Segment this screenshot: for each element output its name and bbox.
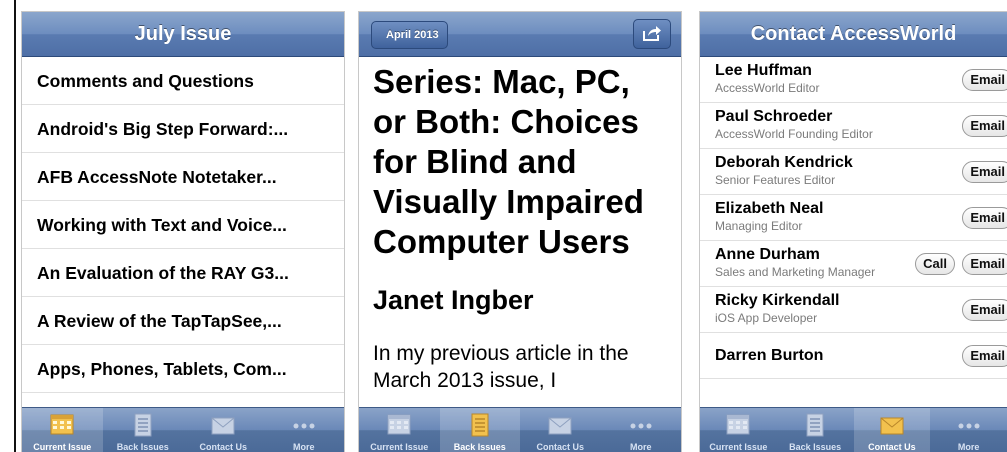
navigation-bar: April 2013: [359, 12, 681, 57]
navigation-bar: July Issue: [22, 12, 344, 57]
list-item[interactable]: Android's Big Step Forward:...: [22, 105, 344, 153]
tab-bar: Current Issue Back Issues Contact Us Mor…: [700, 407, 1007, 452]
tab-contact-us[interactable]: Contact Us: [520, 408, 601, 452]
list-item[interactable]: Comments and Questions: [22, 57, 344, 105]
contact-name: Deborah Kendrick: [715, 154, 853, 171]
navigation-bar: Contact AccessWorld: [700, 12, 1007, 57]
document-stack-icon: [134, 413, 152, 437]
contact-role: Sales and Marketing Manager: [715, 265, 876, 279]
tab-more[interactable]: More: [930, 408, 1007, 452]
more-dots-icon: [293, 423, 315, 429]
contact-role: Managing Editor: [715, 219, 803, 233]
article-title: Series: Mac, PC, or Both: Choices for Bl…: [373, 63, 644, 260]
contact-role: Senior Features Editor: [715, 173, 836, 187]
contact-row: Ricky Kirkendall iOS App Developer Email: [700, 287, 1007, 333]
email-button[interactable]: Email: [962, 253, 1007, 275]
article-author: Janet Ingber: [373, 285, 534, 315]
list-item-title: Apps, Phones, Tablets, Com...: [37, 359, 287, 379]
tab-label: Back Issues: [116, 442, 169, 452]
tab-more[interactable]: More: [264, 408, 345, 452]
screen-contact: Contact AccessWorld Lee Huffman AccessWo…: [700, 12, 1007, 452]
email-button[interactable]: Email: [962, 69, 1007, 91]
contact-role: AccessWorld Founding Editor: [715, 127, 873, 141]
tab-label: Contact Us: [199, 442, 247, 452]
tab-label: Current Issue: [370, 442, 429, 452]
share-button[interactable]: [633, 19, 671, 49]
tab-contact-us[interactable]: Contact Us: [853, 408, 931, 452]
list-item[interactable]: An Evaluation of the RAY G3...: [22, 249, 344, 297]
more-dots-icon: [958, 423, 980, 429]
document-stack-icon: [806, 413, 824, 437]
tab-current-issue[interactable]: Current Issue: [700, 408, 777, 452]
contact-name: Ricky Kirkendall: [715, 292, 840, 309]
tab-label: More: [292, 442, 315, 452]
tab-label: More: [957, 442, 980, 452]
list-item-title: Android's Big Step Forward:...: [37, 119, 289, 139]
back-button[interactable]: April 2013: [371, 21, 448, 49]
tab-current-issue[interactable]: Current Issue: [22, 408, 103, 452]
email-button[interactable]: Email: [962, 299, 1007, 321]
calendar-grid-icon: [387, 414, 411, 435]
contact-role: AccessWorld Editor: [715, 81, 820, 95]
envelope-icon: [880, 417, 904, 435]
share-icon: [643, 26, 661, 41]
call-button[interactable]: Call: [915, 253, 955, 275]
tab-back-issues[interactable]: Back Issues: [439, 408, 520, 452]
tab-label: Back Issues: [453, 442, 506, 452]
tab-label: Current Issue: [709, 442, 768, 452]
contact-name: Anne Durham: [715, 246, 820, 263]
article-content: Series: Mac, PC, or Both: Choices for Bl…: [373, 62, 671, 394]
page-divider-line: [14, 0, 16, 452]
tab-back-issues[interactable]: Back Issues: [777, 408, 854, 452]
contact-row: Darren Burton Email: [700, 333, 1007, 379]
list-item-title: Comments and Questions: [37, 71, 254, 91]
contact-row: Paul Schroeder AccessWorld Founding Edit…: [700, 103, 1007, 149]
contact-list: Lee Huffman AccessWorld Editor Email Pau…: [700, 57, 1007, 379]
tab-label: Back Issues: [789, 442, 842, 452]
contact-role: iOS App Developer: [715, 311, 818, 325]
contact-name: Elizabeth Neal: [715, 200, 824, 217]
contact-row: Elizabeth Neal Managing Editor Email: [700, 195, 1007, 241]
tab-bar: Current Issue Back Issues Contact Us Mor…: [359, 407, 681, 452]
tab-back-issues[interactable]: Back Issues: [103, 408, 184, 452]
list-item-title: A Review of the TapTapSee,...: [37, 311, 282, 331]
calendar-grid-icon: [726, 414, 750, 435]
contact-name: Paul Schroeder: [715, 108, 833, 125]
nav-title: July Issue: [134, 23, 232, 45]
list-item[interactable]: Working with Text and Voice...: [22, 201, 344, 249]
envelope-icon: [548, 417, 572, 435]
email-button[interactable]: Email: [962, 207, 1007, 229]
contact-row: Lee Huffman AccessWorld Editor Email: [700, 57, 1007, 103]
envelope-icon: [211, 417, 235, 435]
article-body: In my previous article in the March 2013…: [373, 342, 629, 392]
tab-more[interactable]: More: [601, 408, 682, 452]
contact-row: Deborah Kendrick Senior Features Editor …: [700, 149, 1007, 195]
article-list: Comments and Questions Android's Big Ste…: [22, 57, 344, 393]
list-item[interactable]: AFB AccessNote Notetaker...: [22, 153, 344, 201]
email-button[interactable]: Email: [962, 345, 1007, 367]
screen-article: April 2013 Series: Mac, PC, or Both: Cho…: [359, 12, 681, 452]
tab-bar: Current Issue Back Issues Contact Us Mor…: [22, 407, 344, 452]
list-item[interactable]: Apps, Phones, Tablets, Com...: [22, 345, 344, 393]
list-item-title: An Evaluation of the RAY G3...: [37, 263, 289, 283]
tab-current-issue[interactable]: Current Issue: [359, 408, 440, 452]
tab-label: Contact Us: [868, 442, 916, 452]
contact-name: Lee Huffman: [715, 62, 812, 79]
email-button[interactable]: Email: [962, 115, 1007, 137]
list-item-title: Working with Text and Voice...: [37, 215, 287, 235]
contact-row: Anne Durham Sales and Marketing Manager …: [700, 241, 1007, 287]
tab-label: More: [629, 442, 652, 452]
screen-current-issue: July Issue Comments and Questions Androi…: [22, 12, 344, 452]
tab-label: Contact Us: [536, 442, 584, 452]
tab-label: Current Issue: [33, 442, 92, 452]
document-stack-icon: [471, 413, 489, 437]
email-button[interactable]: Email: [962, 161, 1007, 183]
list-item-title: AFB AccessNote Notetaker...: [37, 167, 277, 187]
nav-title: Contact AccessWorld: [750, 23, 957, 45]
list-item[interactable]: A Review of the TapTapSee,...: [22, 297, 344, 345]
contact-name: Darren Burton: [715, 347, 824, 364]
more-dots-icon: [630, 423, 652, 429]
tab-contact-us[interactable]: Contact Us: [183, 408, 264, 452]
calendar-grid-icon: [50, 414, 74, 435]
